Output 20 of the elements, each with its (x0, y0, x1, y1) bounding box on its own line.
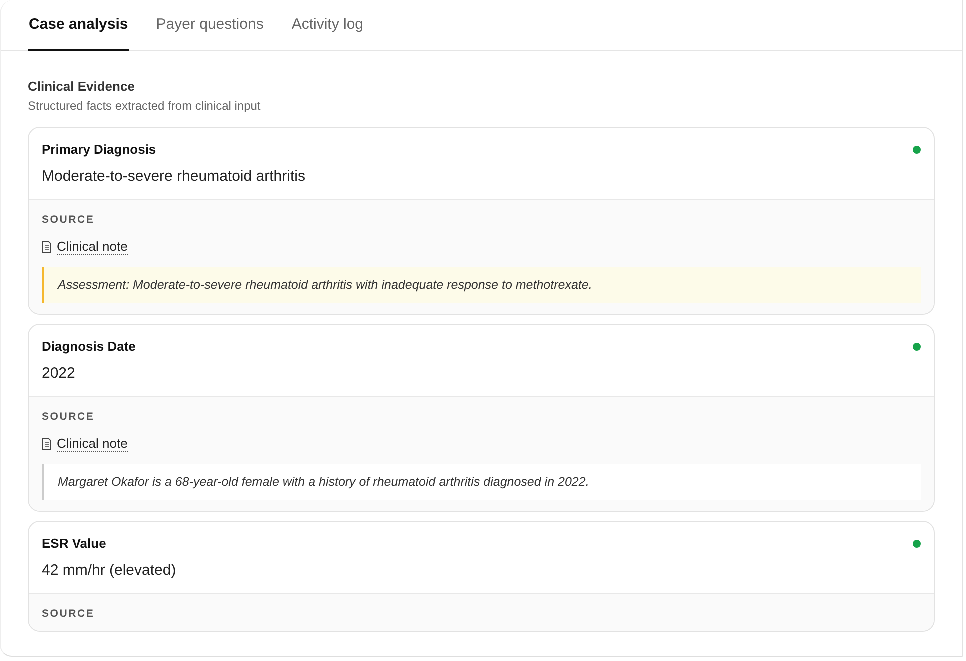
document-icon (42, 438, 52, 450)
fact-label: Primary Diagnosis (42, 142, 158, 157)
source-link[interactable]: Clinical note (57, 239, 128, 255)
document-icon (42, 241, 52, 253)
source-quote: Assessment: Moderate-to-severe rheumatoid arthritis with inadequate response to methotrexate. (42, 267, 921, 303)
fact-value: 2022 (42, 365, 76, 382)
fact-label: ESR Value (42, 536, 108, 551)
source-heading: SOURCE (42, 214, 96, 226)
source-heading: SOURCE (42, 608, 96, 620)
tab[interactable]: Case analysis (28, 0, 130, 51)
source-heading: SOURCE (42, 411, 96, 423)
tab[interactable]: Activity log (290, 0, 365, 51)
tab[interactable]: Payer questions (155, 0, 265, 51)
fact-label: Diagnosis Date (42, 339, 137, 354)
section-title: Clinical Evidence (28, 79, 136, 94)
fact-value: Moderate-to-severe rheumatoid arthritis (42, 168, 306, 185)
section-subtitle: Structured facts extracted from clinical input (28, 99, 262, 113)
fact-value: 42 mm/hr (elevated) (42, 562, 178, 579)
source-link[interactable]: Clinical note (57, 436, 128, 452)
source-quote: Margaret Okafor is a 68-year-old female with a history of rheumatoid arthritis diagnosed in 2022. (42, 464, 921, 500)
